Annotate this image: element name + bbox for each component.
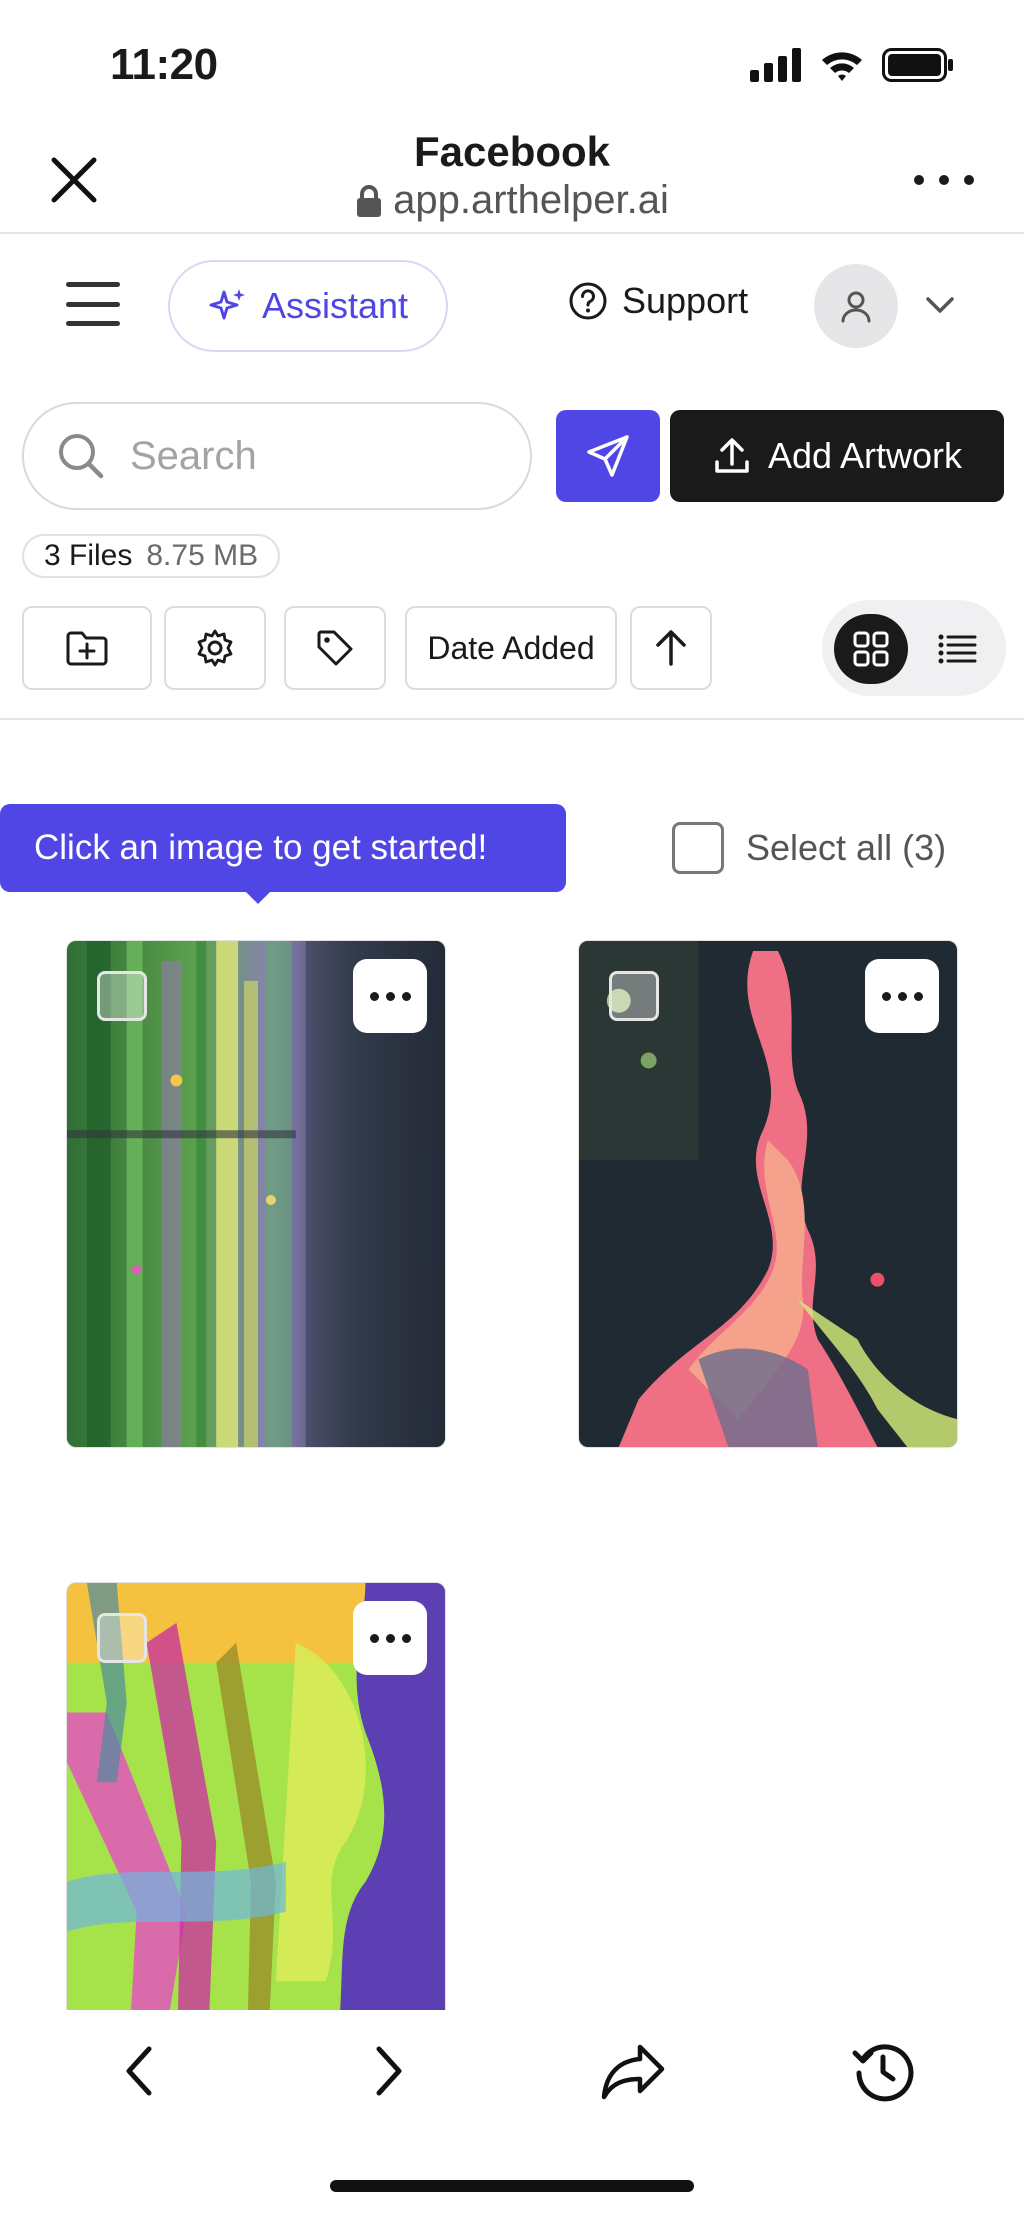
artwork-menu-button[interactable] xyxy=(353,1601,427,1675)
url-text: app.arthelper.ai xyxy=(393,178,669,222)
artwork-card[interactable] xyxy=(66,940,446,1448)
search-input[interactable] xyxy=(130,433,470,479)
lock-icon xyxy=(357,184,382,217)
header-divider xyxy=(0,232,1024,234)
battery-icon xyxy=(882,48,953,82)
wifi-icon xyxy=(822,52,862,81)
sparkle-icon xyxy=(209,289,245,320)
status-time: 11:20 xyxy=(110,40,218,89)
onboarding-tooltip: Click an image to get started! xyxy=(0,804,566,892)
artwork-checkbox[interactable] xyxy=(97,1613,147,1663)
support-button[interactable]: Support xyxy=(568,280,748,322)
status-icons xyxy=(750,48,954,82)
add-artwork-button[interactable]: Add Artwork xyxy=(670,410,1004,502)
more-icon xyxy=(881,991,891,1001)
assistant-label: Assistant xyxy=(261,285,409,326)
grid-icon xyxy=(853,631,889,667)
signal-icon xyxy=(750,48,801,82)
arrow-up-icon xyxy=(656,630,686,666)
new-folder-button[interactable] xyxy=(22,606,152,690)
artwork-menu-button[interactable] xyxy=(865,959,939,1033)
grid-view-button[interactable] xyxy=(834,614,908,684)
send-icon xyxy=(587,435,629,477)
search-field[interactable] xyxy=(22,402,532,510)
menu-button[interactable] xyxy=(66,282,120,326)
sort-direction-button[interactable] xyxy=(630,606,712,690)
chevron-left-icon xyxy=(126,2046,152,2096)
more-options-button[interactable] xyxy=(914,160,974,200)
forward-button[interactable] xyxy=(354,2036,424,2106)
browser-url[interactable]: app.arthelper.ai xyxy=(0,178,1024,223)
tooltip-arrow xyxy=(244,890,272,904)
search-icon xyxy=(59,434,104,479)
share-button[interactable] xyxy=(598,2036,668,2106)
toolbar-divider xyxy=(0,718,1024,720)
help-circle-icon xyxy=(569,282,607,320)
chevron-down-icon xyxy=(926,297,954,313)
list-icon xyxy=(938,634,977,664)
artwork-menu-button[interactable] xyxy=(353,959,427,1033)
more-icon xyxy=(914,175,924,185)
artwork-card[interactable] xyxy=(578,940,958,1448)
tags-button[interactable] xyxy=(284,606,386,690)
avatar[interactable] xyxy=(814,264,898,348)
send-button[interactable] xyxy=(556,410,660,502)
artwork-checkbox[interactable] xyxy=(609,971,659,1021)
user-icon xyxy=(841,291,871,323)
assistant-button[interactable]: Assistant xyxy=(168,260,448,352)
gear-icon xyxy=(197,629,233,667)
upload-icon xyxy=(715,438,749,473)
select-all[interactable]: Select all (3) xyxy=(672,822,946,874)
sort-field-button[interactable]: Date Added xyxy=(405,606,617,690)
select-all-checkbox[interactable] xyxy=(672,822,724,874)
support-label: Support xyxy=(622,280,749,321)
files-badge: 3 Files 8.75 MB xyxy=(22,534,281,578)
home-indicator[interactable] xyxy=(330,2180,694,2192)
artwork-checkbox[interactable] xyxy=(97,971,147,1021)
history-button[interactable] xyxy=(848,2036,918,2106)
files-size: 8.75 MB xyxy=(146,539,259,572)
folder-plus-icon xyxy=(66,631,108,666)
menu-icon xyxy=(66,282,120,287)
tag-icon xyxy=(317,630,353,666)
files-count: 3 Files xyxy=(44,539,133,572)
history-icon xyxy=(852,2044,914,2102)
browser-title: Facebook xyxy=(413,128,611,175)
settings-button[interactable] xyxy=(164,606,266,690)
add-artwork-label: Add Artwork xyxy=(767,435,963,476)
more-icon xyxy=(369,1633,379,1643)
more-icon xyxy=(369,991,379,1001)
back-button[interactable] xyxy=(104,2036,174,2106)
account-dropdown[interactable] xyxy=(922,290,958,320)
list-view-button[interactable] xyxy=(920,614,994,684)
chevron-right-icon xyxy=(376,2046,402,2096)
share-icon xyxy=(601,2044,665,2100)
select-all-label: Select all (3) xyxy=(746,827,947,868)
